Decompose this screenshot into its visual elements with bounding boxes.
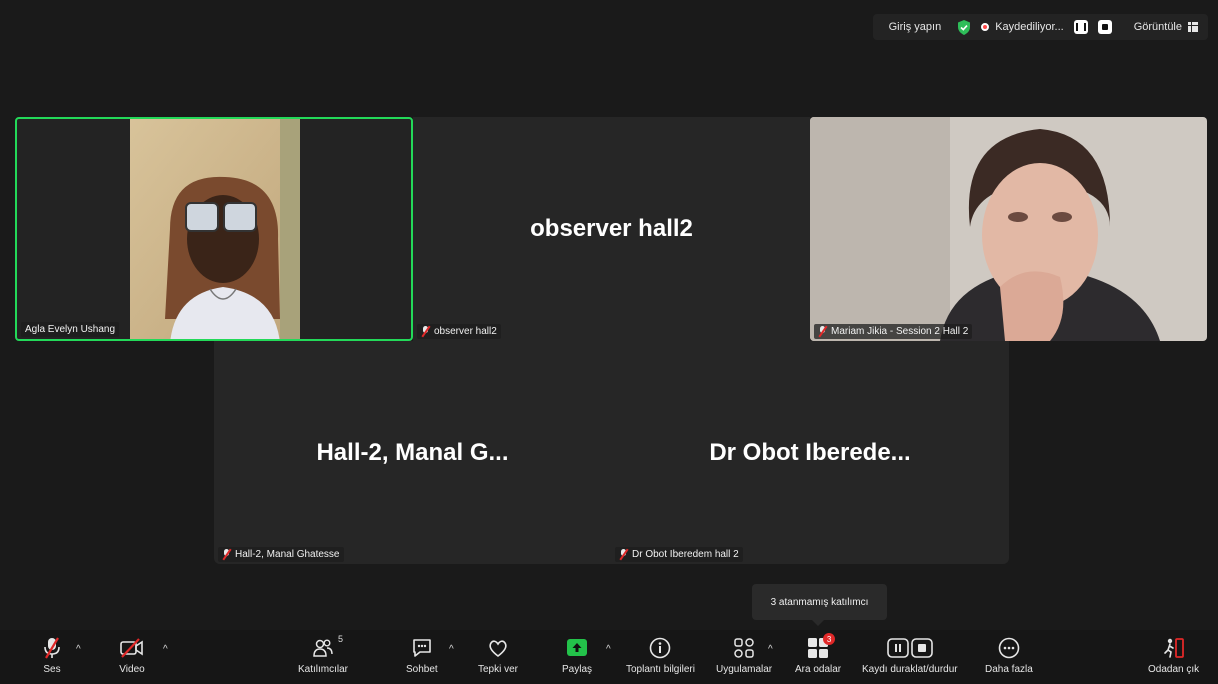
chat-button[interactable]: Sohbet [406, 636, 438, 675]
participant-name: observer hall2 [434, 326, 497, 337]
breakout-badge: 3 [823, 633, 836, 645]
participants-count: 5 [338, 634, 344, 644]
chat-icon [410, 636, 434, 660]
recording-label: Kaydediliyor... [995, 21, 1064, 33]
muted-mic-icon [818, 326, 827, 337]
more-icon [997, 636, 1021, 660]
participants-label: Katılımcılar [298, 664, 349, 675]
tooltip-text: 3 atanmamış katılımcı [770, 596, 869, 608]
video-tile-mariam[interactable]: Mariam Jikia - Session 2 Hall 2 [810, 117, 1207, 341]
muted-mic-icon [421, 326, 430, 337]
apps-icon [732, 636, 756, 660]
video-off-icon [119, 636, 145, 660]
participant-name: Dr Obot Iberedem hall 2 [632, 549, 739, 560]
grid-icon [1188, 22, 1198, 32]
audio-options-chevron-icon[interactable]: ^ [76, 644, 81, 655]
view-button[interactable]: Görüntüle [1134, 21, 1198, 33]
record-dot-icon [981, 23, 990, 31]
heart-icon [486, 636, 510, 660]
participants-icon: 5 [312, 634, 343, 660]
record-control-label: Kaydı duraklat/durdur [862, 664, 958, 675]
participant-display-name: observer hall2 [530, 215, 693, 242]
video-tile-agla[interactable]: Agla Evelyn Ushang [15, 117, 413, 341]
apps-label: Uygulamalar [716, 664, 773, 675]
participant-name-tag: Agla Evelyn Ushang [21, 322, 120, 337]
muted-mic-icon [619, 549, 628, 560]
more-label: Daha fazla [985, 664, 1033, 675]
meeting-info-button[interactable]: Toplantı bilgileri [626, 636, 695, 675]
leave-room-button[interactable]: Odadan çık [1148, 636, 1199, 675]
audio-label: Ses [43, 664, 61, 675]
leave-room-icon [1162, 636, 1186, 660]
recording-indicator: Kaydediliyor... [981, 21, 1064, 33]
participants-button[interactable]: 5 Katılımcılar [298, 634, 349, 675]
participant-name-tag: observer hall2 [417, 324, 501, 339]
leave-room-label: Odadan çık [1148, 664, 1200, 675]
react-label: Tepki ver [478, 664, 519, 675]
breakout-rooms-button[interactable]: 3 Ara odalar [795, 633, 842, 675]
view-label: Görüntüle [1133, 21, 1182, 33]
share-options-chevron-icon[interactable]: ^ [606, 644, 611, 655]
shield-check-icon[interactable] [957, 19, 971, 35]
breakout-label: Ara odalar [795, 664, 842, 675]
video-tile-observer[interactable]: observer hall2 observer hall2 [413, 117, 810, 341]
video-tile-manal[interactable]: Hall-2, Manal G... Hall-2, Manal Ghatess… [214, 341, 611, 564]
breakout-rooms-icon: 3 [806, 633, 836, 660]
share-label: Paylaş [562, 664, 593, 675]
apps-options-chevron-icon[interactable]: ^ [768, 644, 773, 655]
record-control-button[interactable]: Kaydı duraklat/durdur [862, 636, 958, 675]
video-button[interactable]: Video [119, 636, 145, 675]
participant-name: Agla Evelyn Ushang [25, 324, 116, 335]
share-button[interactable]: Paylaş [562, 636, 592, 675]
react-button[interactable]: Tepki ver [478, 636, 518, 675]
meeting-info-label: Toplantı bilgileri [626, 664, 695, 675]
video-options-chevron-icon[interactable]: ^ [163, 644, 168, 655]
stop-recording-button[interactable] [1097, 20, 1112, 34]
share-screen-icon [565, 636, 589, 660]
sign-in-button[interactable]: Giriş yapın [883, 21, 948, 33]
meeting-toolbar: Ses ^ Video ^ 5 Katılımcılar Sohbet ^ Te… [0, 630, 1218, 684]
participant-name-tag: Mariam Jikia - Session 2 Hall 2 [814, 324, 973, 339]
participant-name: Mariam Jikia - Session 2 Hall 2 [831, 326, 969, 337]
meeting-status-bar: Giriş yapın Kaydediliyor... Görüntüle [872, 14, 1208, 40]
breakout-tooltip: 3 atanmamış katılımcı [752, 584, 887, 626]
participant-name: Hall-2, Manal Ghatesse [235, 549, 340, 560]
pause-stop-record-icon [887, 636, 933, 660]
muted-microphone-icon [41, 636, 63, 660]
participant-video [130, 119, 300, 339]
participant-video [810, 117, 1207, 341]
apps-button[interactable]: Uygulamalar [716, 636, 772, 675]
participant-name-tag: Hall-2, Manal Ghatesse [218, 547, 344, 562]
participant-name-tag: Dr Obot Iberedem hall 2 [615, 547, 743, 562]
video-tile-obot[interactable]: Dr Obot Iberede... Dr Obot Iberedem hall… [611, 341, 1009, 564]
video-label: Video [119, 664, 145, 675]
chat-options-chevron-icon[interactable]: ^ [449, 644, 454, 655]
muted-mic-icon [222, 549, 231, 560]
participant-display-name: Hall-2, Manal G... [316, 438, 509, 466]
chat-label: Sohbet [406, 664, 438, 675]
pause-recording-button[interactable] [1073, 20, 1088, 34]
info-icon [648, 636, 672, 660]
audio-button[interactable]: Ses [41, 636, 63, 675]
more-button[interactable]: Daha fazla [985, 636, 1033, 675]
participant-display-name: Dr Obot Iberede... [709, 438, 911, 466]
